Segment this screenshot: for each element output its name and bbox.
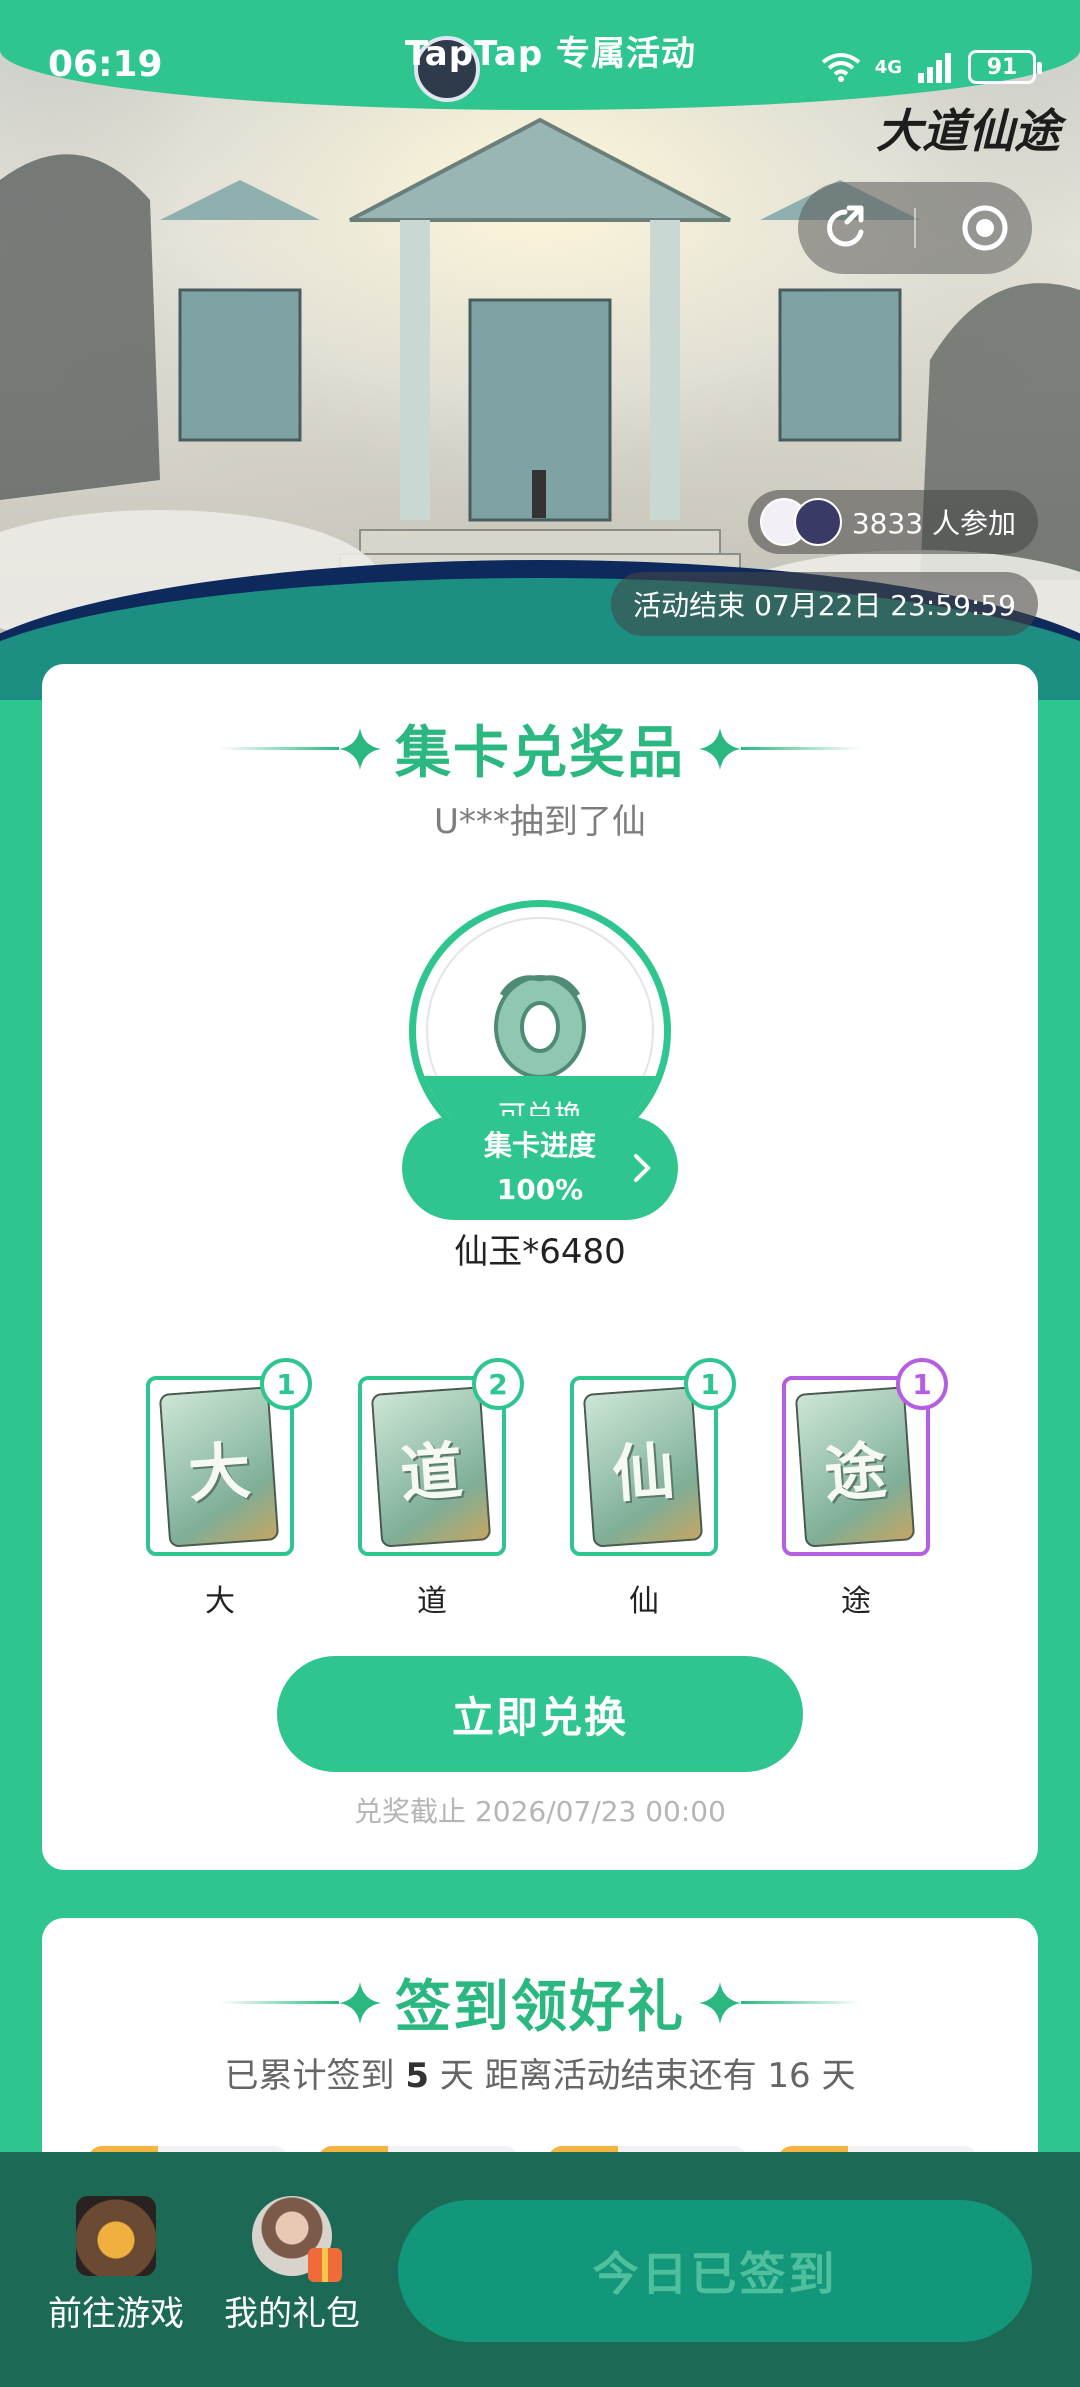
checkin-title-text: 签到领好礼 [395, 1975, 685, 2040]
draw-ticker: U***抽到了仙 [434, 802, 646, 842]
status-time: 06:19 [48, 44, 163, 85]
sparkle-icon [339, 727, 381, 770]
title-decoration-left [219, 1981, 381, 2024]
checkin-summary: 已累计签到 5 天 距离活动结束还有 16 天 [42, 2048, 1038, 2097]
progress-value: 100% [496, 1173, 584, 1206]
collect-title-text: 集卡兑奖品 [395, 721, 685, 786]
character-card-art: 途 [794, 1386, 916, 1548]
go-to-game-button[interactable]: 前往游戏 [26, 2196, 206, 2335]
my-gifts-button[interactable]: 我的礼包 [202, 2196, 382, 2335]
battery-indicator: 91 [968, 50, 1042, 84]
character-card-label: 大 [205, 1584, 235, 1619]
title-decoration-right [699, 727, 861, 770]
collect-cards-section: 集卡兑奖品 U***抽到了仙 可兑换 集卡进度 100% 仙玉*6480 大 1… [42, 664, 1038, 1870]
participant-avatars [759, 498, 842, 546]
card-count-badge: 2 [472, 1358, 524, 1410]
sparkle-icon [699, 1981, 741, 2024]
signal-icon [918, 53, 951, 83]
character-card-da[interactable]: 大 1 [146, 1358, 312, 1556]
checkin-days: 5 [405, 2056, 429, 2096]
sparkle-icon [699, 727, 741, 770]
avatar [793, 498, 842, 546]
character-card-tu[interactable]: 途 1 [782, 1358, 948, 1556]
card-count-badge: 1 [896, 1358, 948, 1410]
character-card-art: 道 [370, 1386, 492, 1548]
jade-ring-icon [494, 975, 586, 1079]
title-decoration-left [219, 727, 381, 770]
collect-section-title: 集卡兑奖品 [42, 708, 1038, 789]
divider [913, 208, 916, 248]
character-card-label: 道 [417, 1584, 447, 1619]
card-count-badge: 1 [260, 1358, 312, 1410]
participants-badge: 3833 人参加 [747, 490, 1038, 554]
sparkle-icon [339, 1981, 381, 2024]
character-cards: 大 1 大 道 2 道 仙 1 仙 途 1 途 [146, 1358, 976, 1636]
character-card-xian[interactable]: 仙 1 [570, 1358, 736, 1556]
record-icon[interactable] [959, 202, 1011, 254]
game-logo: 大道仙途 [876, 104, 1060, 158]
checkin-summary-suffix: 天 距离活动结束还有 16 天 [439, 2056, 856, 2096]
page-title: TapTap 专属活动 [405, 34, 697, 74]
gift-avatar [252, 2196, 342, 2282]
character-card-label: 仙 [629, 1584, 659, 1619]
banner-actions [798, 182, 1032, 274]
chevron-right-icon [634, 1154, 651, 1182]
wifi-icon [821, 53, 860, 82]
event-end-time: 活动结束 07月22日 23:59:59 [611, 572, 1038, 636]
character-card-dao[interactable]: 道 2 [358, 1358, 524, 1556]
share-icon[interactable] [819, 202, 871, 254]
battery-level: 91 [986, 54, 1018, 80]
network-type: 4G [874, 56, 902, 78]
my-gifts-label: 我的礼包 [224, 2294, 360, 2334]
participants-count: 3833 人参加 [851, 507, 1016, 540]
go-to-game-label: 前往游戏 [48, 2294, 184, 2334]
redeem-deadline: 兑奖截止 2026/07/23 00:00 [354, 1795, 726, 1828]
redeem-button[interactable]: 立即兑换 [277, 1656, 803, 1772]
checked-in-button[interactable]: 今日已签到 [398, 2200, 1032, 2342]
character-card-label: 途 [841, 1584, 871, 1619]
bottom-action-bar: 前往游戏 我的礼包 今日已签到 [0, 2152, 1080, 2387]
prize-name: 仙玉*6480 [454, 1232, 626, 1272]
card-count-badge: 1 [684, 1358, 736, 1410]
status-indicators: 4G 91 [821, 50, 1042, 84]
checkin-summary-prefix: 已累计签到 [224, 2056, 395, 2096]
gift-box-icon [308, 2248, 342, 2282]
progress-label: 集卡进度 [483, 1129, 596, 1162]
character-card-art: 仙 [582, 1386, 704, 1548]
character-card-art: 大 [158, 1386, 280, 1548]
checkin-section-title: 签到领好礼 [42, 1962, 1038, 2043]
game-icon [76, 2196, 156, 2276]
collect-progress-button[interactable]: 集卡进度 100% [402, 1116, 678, 1220]
title-decoration-right [699, 1981, 861, 2024]
